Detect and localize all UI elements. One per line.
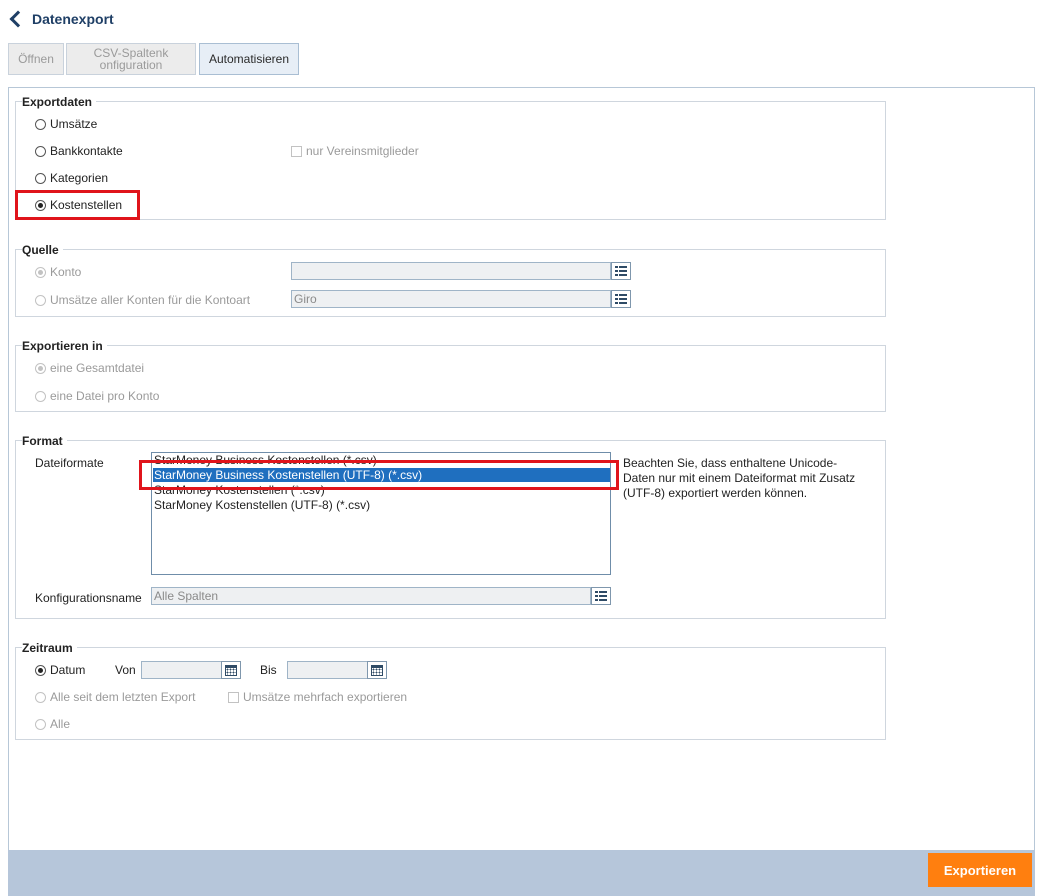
konto-field[interactable] [291,262,611,280]
radio-circle-icon [35,294,46,306]
calendar-icon [225,664,237,676]
zeitraum-legend: Zeitraum [22,641,77,655]
radio-kostenstellen-label: Kostenstellen [50,198,123,212]
radio-bankkontakte[interactable]: Bankkontakte [35,144,123,158]
radio-circle-icon [35,172,46,184]
von-date-field[interactable] [141,661,222,679]
kontoart-field[interactable]: Giro [291,290,611,308]
radio-alle-label: Alle [50,717,71,731]
radio-alle[interactable]: Alle [35,717,70,731]
radio-kategorien-label: Kategorien [50,171,109,185]
radio-gesamtdatei-label: eine Gesamtdatei [50,361,145,375]
radio-konto[interactable]: Konto [35,265,81,279]
radio-seit-letztem-export-label: Alle seit dem letzten Export [50,690,196,704]
bis-date-field[interactable] [287,661,368,679]
radio-bankkontakte-label: Bankkontakte [50,144,123,158]
radio-konto-label: Konto [50,265,82,279]
utf8-note: Beachten Sie, dass enthaltene Unicode-Da… [623,456,856,500]
radio-kontoart-label: Umsätze aller Konten für die Kontoart [50,293,251,307]
kontoart-list-button[interactable] [611,290,631,308]
radio-circle-icon [35,691,46,703]
radio-circle-icon [35,118,46,130]
radio-checked-icon [35,362,46,374]
radio-checked-icon [35,266,46,278]
footer-bar [8,850,1035,896]
format-option-selected[interactable]: StarMoney Business Kostenstellen (UTF-8)… [153,468,610,482]
radio-checked-icon [35,664,46,676]
von-label: Von [115,663,136,677]
radio-kontoart[interactable]: Umsätze aller Konten für die Kontoart [35,293,250,307]
page-title: Datenexport [32,11,114,27]
checkbox-nur-vereinsmitglieder[interactable]: nur Vereinsmitglieder [291,144,419,158]
radio-datum-label: Datum [50,663,86,677]
radio-checked-icon [35,199,46,211]
tab-oeffnen[interactable]: Öffnen [8,43,64,75]
checkbox-icon [291,145,302,157]
bis-calendar-button[interactable] [367,661,387,679]
konto-list-button[interactable] [611,262,631,280]
format-option[interactable]: StarMoney Kostenstellen (*.csv) [153,483,610,497]
radio-datei-pro-konto[interactable]: eine Datei pro Konto [35,389,159,403]
format-option[interactable]: StarMoney Kostenstellen (UTF-8) (*.csv) [153,498,610,512]
radio-gesamtdatei[interactable]: eine Gesamtdatei [35,361,144,375]
konfigurationsname-label: Konfigurationsname [35,591,142,605]
dateiformate-listbox[interactable]: StarMoney Business Kostenstellen (*.csv)… [151,452,611,575]
format-option[interactable]: StarMoney Business Kostenstellen (*.csv) [153,453,610,467]
tab-automatisieren[interactable]: Automatisieren [199,43,299,75]
radio-kostenstellen[interactable]: Kostenstellen [35,198,122,212]
dateiformate-label: Dateiformate [35,456,104,470]
tab-automatisieren-label: Automatisieren [208,52,290,66]
von-calendar-button[interactable] [221,661,241,679]
konfigurationsname-list-button[interactable] [591,587,611,605]
checkbox-mehrfach-exportieren-label: Umsätze mehrfach exportieren [243,690,408,704]
page-header: Datenexport [8,8,114,30]
checkbox-nur-vereinsmitglieder-label: nur Vereinsmitglieder [306,144,419,158]
radio-seit-letztem-export[interactable]: Alle seit dem letzten Export [35,690,195,704]
exportieren-in-legend: Exportieren in [22,339,107,353]
radio-datum[interactable]: Datum [35,663,85,677]
calendar-icon [371,664,383,676]
konfigurationsname-field[interactable]: Alle Spalten [151,587,591,605]
radio-circle-icon [35,145,46,157]
tab-csv-label: CSV-Spaltenkonfiguration [93,46,169,72]
radio-datei-pro-konto-label: eine Datei pro Konto [50,389,160,403]
tab-csv-spaltenkonfiguration[interactable]: CSV-Spaltenkonfiguration [66,43,196,75]
tab-oeffnen-label: Öffnen [18,52,54,66]
radio-circle-icon [35,718,46,730]
bis-label: Bis [260,663,277,677]
quelle-legend: Quelle [22,243,63,257]
radio-umsaetze-label: Umsätze [50,117,98,131]
list-icon [595,591,607,601]
radio-umsaetze[interactable]: Umsätze [35,117,97,131]
list-icon [615,294,627,304]
checkbox-icon [228,691,239,703]
list-icon [615,266,627,276]
radio-kategorien[interactable]: Kategorien [35,171,108,185]
exportdaten-group [15,101,886,220]
format-legend: Format [22,434,67,448]
chevron-left-icon[interactable] [9,10,27,28]
radio-circle-icon [35,390,46,402]
exportieren-button[interactable]: Exportieren [928,853,1032,887]
exportdaten-legend: Exportdaten [22,95,97,109]
checkbox-mehrfach-exportieren[interactable]: Umsätze mehrfach exportieren [228,690,407,704]
